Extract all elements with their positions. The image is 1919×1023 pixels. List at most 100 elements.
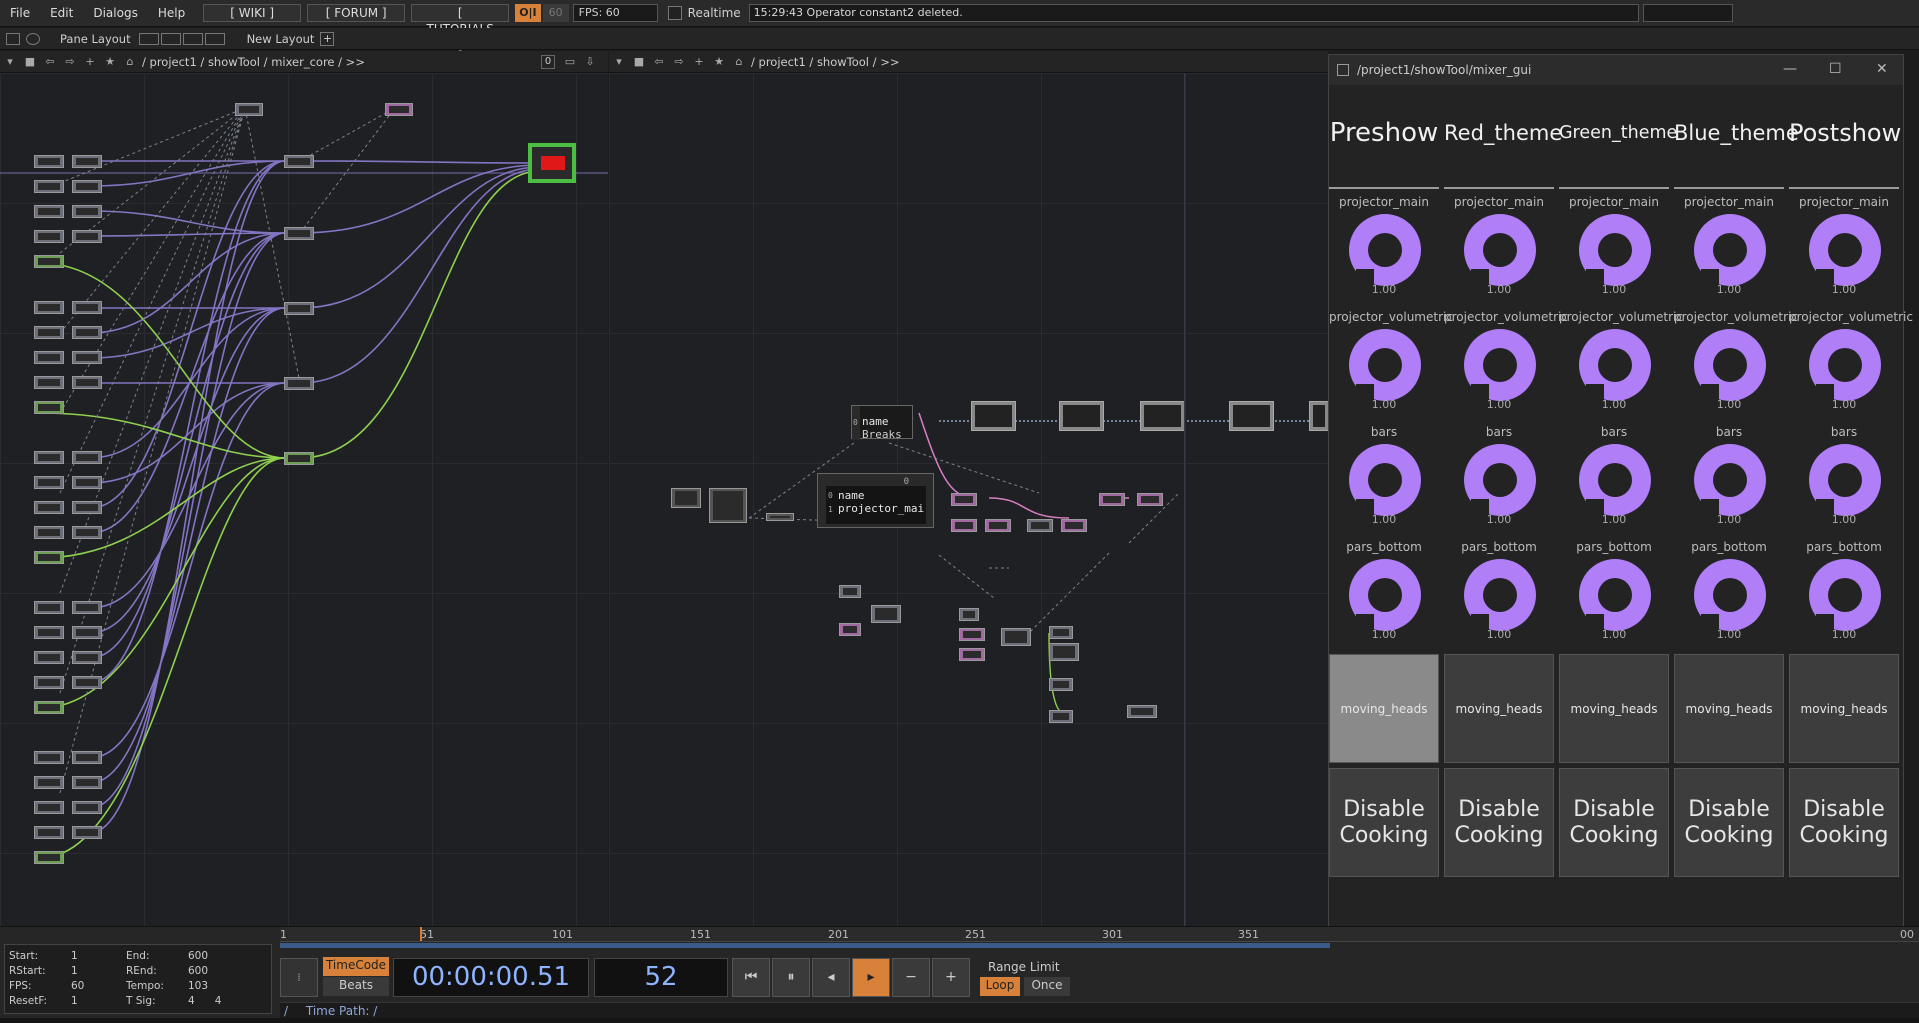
knob-cell[interactable]: pars_bottom 1.00 bbox=[1674, 534, 1784, 646]
op-node[interactable] bbox=[34, 626, 64, 639]
op-node[interactable] bbox=[34, 205, 64, 218]
knob-cell[interactable]: pars_bottom 1.00 bbox=[1329, 534, 1439, 646]
op-node[interactable] bbox=[284, 302, 314, 315]
op-node[interactable] bbox=[72, 776, 102, 789]
menu-down-icon[interactable]: ▾ bbox=[613, 55, 625, 68]
moving-heads-button[interactable]: moving_heads bbox=[1789, 654, 1899, 763]
op-node[interactable] bbox=[871, 605, 901, 623]
top-node[interactable] bbox=[1140, 401, 1185, 431]
op-node[interactable] bbox=[284, 155, 314, 168]
op-node[interactable] bbox=[1127, 705, 1157, 718]
disable-cooking-button[interactable]: Disable Cooking bbox=[1329, 768, 1439, 877]
op-node[interactable] bbox=[34, 676, 64, 689]
op-node[interactable] bbox=[671, 488, 701, 508]
knob-cell[interactable]: projector_volumetric 1.00 bbox=[1559, 304, 1683, 416]
op-node[interactable] bbox=[72, 476, 102, 489]
op-node[interactable] bbox=[1061, 519, 1087, 532]
realtime-checkbox[interactable] bbox=[667, 6, 682, 20]
op-node[interactable] bbox=[709, 488, 747, 523]
minus-icon[interactable]: − bbox=[892, 958, 930, 997]
forum-link[interactable]: [ FORUM ] bbox=[307, 4, 406, 22]
moving-heads-button[interactable]: moving_heads bbox=[1559, 654, 1669, 763]
op-node[interactable] bbox=[385, 103, 413, 116]
menu-dialogs[interactable]: Dialogs bbox=[83, 6, 147, 20]
knob-cell[interactable]: projector_main 1.00 bbox=[1329, 189, 1439, 301]
knob-cell[interactable]: bars 1.00 bbox=[1444, 419, 1554, 531]
new-layout-label[interactable]: New Layout bbox=[247, 32, 315, 46]
op-node[interactable] bbox=[72, 376, 102, 389]
op-node[interactable] bbox=[72, 626, 102, 639]
add-icon[interactable]: + bbox=[693, 55, 705, 68]
add-icon[interactable]: + bbox=[84, 55, 96, 68]
op-node[interactable] bbox=[72, 451, 102, 464]
timeline-ruler[interactable]: 1 51 101 151 201 251 301 351 00 bbox=[280, 927, 1919, 942]
op-node[interactable] bbox=[985, 519, 1011, 532]
op-node[interactable] bbox=[1049, 678, 1073, 691]
window-icon[interactable]: ▭ bbox=[564, 55, 576, 68]
knob-cell[interactable]: projector_volumetric 1.00 bbox=[1329, 304, 1453, 416]
op-node[interactable] bbox=[72, 526, 102, 539]
op-node[interactable] bbox=[72, 180, 102, 193]
output-node[interactable] bbox=[528, 143, 576, 183]
op-node[interactable] bbox=[951, 519, 977, 532]
op-node[interactable] bbox=[34, 751, 64, 764]
op-node[interactable] bbox=[34, 180, 64, 193]
op-node[interactable] bbox=[951, 493, 977, 506]
table-dat-breaks[interactable]: 0 name Breaks bbox=[851, 405, 913, 440]
rewind-icon[interactable]: ⏮ bbox=[732, 958, 770, 997]
op-node[interactable] bbox=[72, 751, 102, 764]
op-node[interactable] bbox=[284, 377, 314, 390]
range-handle[interactable]: ⁞ bbox=[280, 958, 318, 997]
op-node[interactable] bbox=[34, 351, 64, 364]
knob-cell[interactable]: projector_main 1.00 bbox=[1674, 189, 1784, 301]
op-node[interactable] bbox=[34, 401, 64, 414]
pause-icon[interactable]: ⏸ bbox=[772, 958, 810, 997]
op-node[interactable] bbox=[72, 601, 102, 614]
menu-file[interactable]: File bbox=[0, 6, 40, 20]
import-icon[interactable]: ⇩ bbox=[584, 55, 596, 68]
op-node[interactable] bbox=[72, 301, 102, 314]
disable-cooking-button[interactable]: Disable Cooking bbox=[1674, 768, 1784, 877]
op-node[interactable] bbox=[34, 255, 64, 268]
layout-triple-icon[interactable] bbox=[204, 32, 225, 45]
op-node[interactable] bbox=[34, 376, 64, 389]
mixer-gui-window[interactable]: /project1/showTool/mixer_gui — ☐ ✕ Presh… bbox=[1328, 54, 1913, 981]
range-bar[interactable] bbox=[280, 943, 1330, 948]
knob-cell[interactable]: projector_volumetric 1.00 bbox=[1444, 304, 1568, 416]
moving-heads-button[interactable]: moving_heads bbox=[1674, 654, 1784, 763]
op-node[interactable] bbox=[72, 501, 102, 514]
op-node[interactable] bbox=[72, 826, 102, 839]
op-node[interactable] bbox=[72, 326, 102, 339]
back-icon[interactable]: ⇦ bbox=[44, 55, 56, 68]
top-node[interactable] bbox=[1229, 401, 1274, 431]
op-node[interactable] bbox=[72, 230, 102, 243]
knob-cell[interactable]: pars_bottom 1.00 bbox=[1559, 534, 1669, 646]
menu-down-icon[interactable]: ▾ bbox=[4, 55, 16, 68]
frame-display[interactable]: 52 bbox=[594, 958, 728, 997]
knob-cell[interactable]: pars_bottom 1.00 bbox=[1444, 534, 1554, 646]
op-node[interactable] bbox=[34, 326, 64, 339]
moving-heads-button[interactable]: moving_heads bbox=[1329, 654, 1439, 763]
op-node[interactable] bbox=[1027, 519, 1053, 532]
step-back-icon[interactable]: ◂ bbox=[812, 958, 850, 997]
op-node[interactable] bbox=[1001, 628, 1031, 646]
add-layout-button[interactable]: + bbox=[320, 31, 335, 46]
perform-toggle[interactable]: O|I bbox=[515, 4, 541, 22]
beats-button[interactable]: Beats bbox=[323, 977, 389, 996]
op-node[interactable] bbox=[284, 227, 314, 240]
playhead[interactable] bbox=[420, 927, 422, 941]
back-icon[interactable]: ⇦ bbox=[653, 55, 665, 68]
forward-icon[interactable]: ⇨ bbox=[673, 55, 685, 68]
play-icon[interactable]: ▸ bbox=[852, 958, 890, 997]
star-icon[interactable]: ★ bbox=[104, 55, 116, 68]
op-node[interactable] bbox=[34, 155, 64, 168]
plus-icon[interactable]: + bbox=[932, 958, 970, 997]
layout-single-icon[interactable] bbox=[138, 32, 159, 45]
left-network-editor[interactable] bbox=[0, 73, 608, 926]
op-node[interactable] bbox=[34, 801, 64, 814]
knob-cell[interactable]: pars_bottom 1.00 bbox=[1789, 534, 1899, 646]
op-node[interactable] bbox=[72, 676, 102, 689]
knob-cell[interactable]: projector_volumetric 1.00 bbox=[1674, 304, 1798, 416]
op-node[interactable] bbox=[839, 623, 861, 636]
mid-network-editor[interactable]: 0 name Breaks 0 0 name 1 projector_mai bbox=[609, 73, 1328, 926]
